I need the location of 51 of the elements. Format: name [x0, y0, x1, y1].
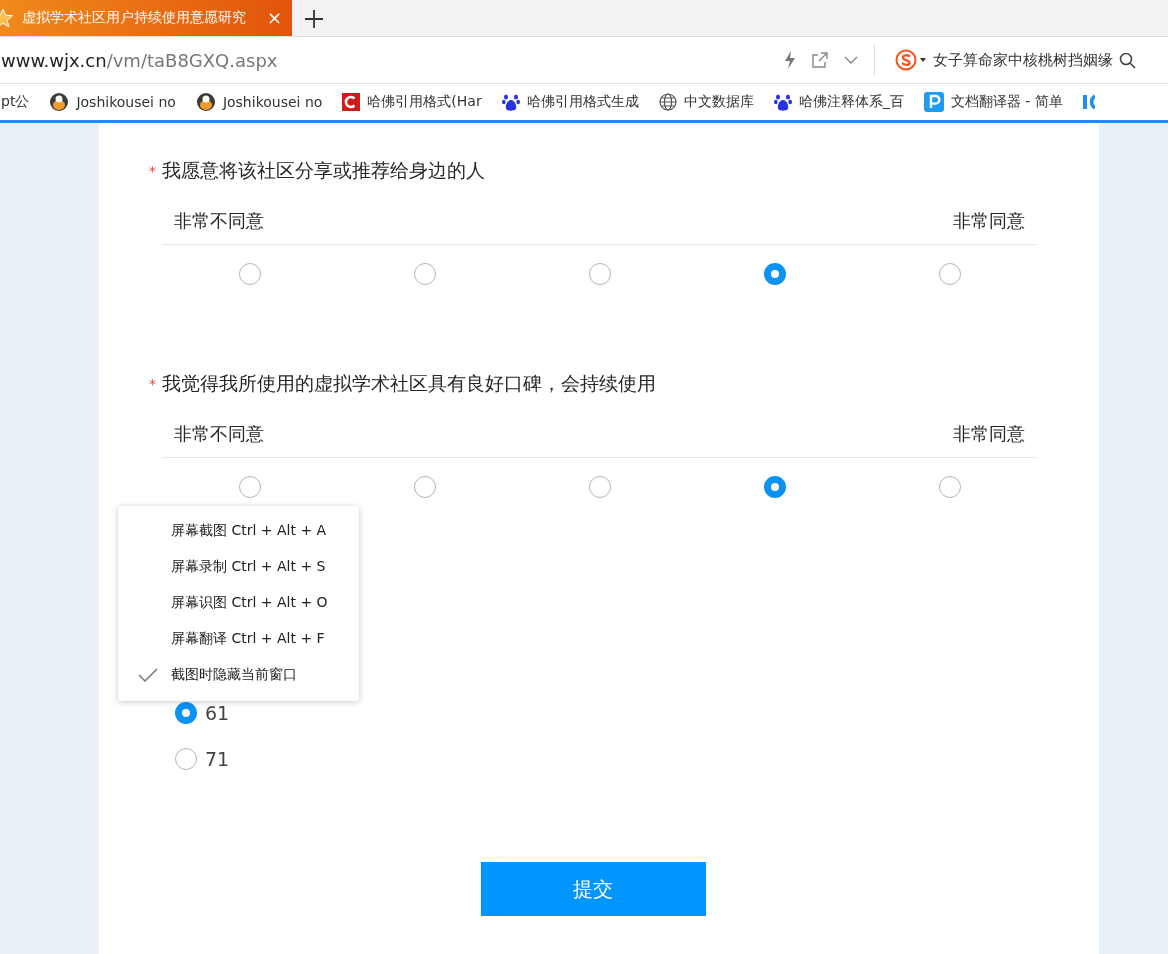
menu-item[interactable]: 屏幕识图 Ctrl + Alt + O — [171, 594, 328, 612]
radio-button[interactable] — [413, 476, 436, 498]
scale-low-label: 非常不同意 — [174, 210, 264, 232]
scale-high-label: 非常同意 — [953, 210, 1025, 232]
option-label: 61 — [205, 702, 230, 724]
scale-low-label: 非常不同意 — [174, 423, 264, 445]
chevron-down-icon[interactable] — [844, 55, 858, 65]
share-icon[interactable] — [812, 52, 828, 68]
radio-button[interactable] — [175, 748, 197, 770]
radio-button[interactable] — [588, 263, 611, 285]
logo-icon[interactable] — [1082, 93, 1095, 111]
radio-button[interactable] — [763, 263, 786, 285]
p-logo-icon — [923, 92, 944, 112]
required-asterisk: * — [149, 163, 157, 179]
c-logo-icon — [342, 93, 361, 111]
bookmark[interactable]: 中文数据库 — [658, 93, 754, 111]
bookmark[interactable]: 哈佛注释体系_百 — [773, 93, 904, 111]
radio-button[interactable] — [175, 702, 197, 724]
bookmark[interactable]: 哈佛引用格式生成 — [501, 93, 639, 111]
radio-button[interactable] — [938, 263, 961, 285]
question-title: 我愿意将该社区分享或推荐给身边的人 — [162, 158, 485, 183]
menu-item[interactable]: 屏幕截图 Ctrl + Alt + A — [171, 522, 327, 540]
option-label: 71 — [205, 748, 230, 770]
globe-icon — [658, 93, 677, 111]
tab-title: 虚拟学术社区用户持续使用意愿研究 — [22, 9, 247, 27]
bookmark[interactable]: Joshikousei no — [49, 92, 176, 112]
browser-tab[interactable]: 虚拟学术社区用户持续使用意愿研究 × — [0, 0, 292, 36]
bookmark[interactable]: pt公 — [1, 93, 30, 111]
close-icon[interactable]: × — [264, 9, 284, 27]
paw-icon — [773, 93, 792, 111]
bookmark[interactable]: Joshikousei no — [195, 92, 323, 112]
address-field[interactable]: www.wjx.cn/vm/taB8GXQ.aspx — [1, 49, 784, 71]
menu-item[interactable]: 截图时隐藏当前窗口 — [171, 666, 297, 684]
radio-button[interactable] — [588, 476, 611, 498]
scale-high-label: 非常同意 — [953, 423, 1025, 445]
radio-button[interactable] — [238, 263, 261, 285]
search-icon[interactable] — [1119, 51, 1136, 69]
bookmark[interactable]: 文档翻译器 - 简单 — [923, 92, 1063, 112]
lightning-icon[interactable] — [784, 51, 796, 69]
radio-button[interactable] — [938, 476, 961, 498]
radio-button[interactable] — [413, 263, 436, 285]
menu-item[interactable]: 屏幕录制 Ctrl + Alt + S — [171, 558, 326, 576]
menu-item[interactable]: 屏幕翻译 Ctrl + Alt + F — [171, 630, 325, 648]
search-field[interactable]: 女子算命家中核桃树挡姻缘 — [933, 50, 1113, 70]
radio-button[interactable] — [763, 476, 786, 498]
required-asterisk: * — [149, 376, 157, 392]
bookmark[interactable]: 哈佛引用格式(Har — [342, 93, 482, 111]
search-engine-icon[interactable] — [895, 49, 927, 71]
question-title: 我觉得我所使用的虚拟学术社区具有良好口碑，会持续使用 — [162, 371, 656, 396]
paw-icon — [501, 93, 520, 111]
radio-button[interactable] — [238, 476, 261, 498]
